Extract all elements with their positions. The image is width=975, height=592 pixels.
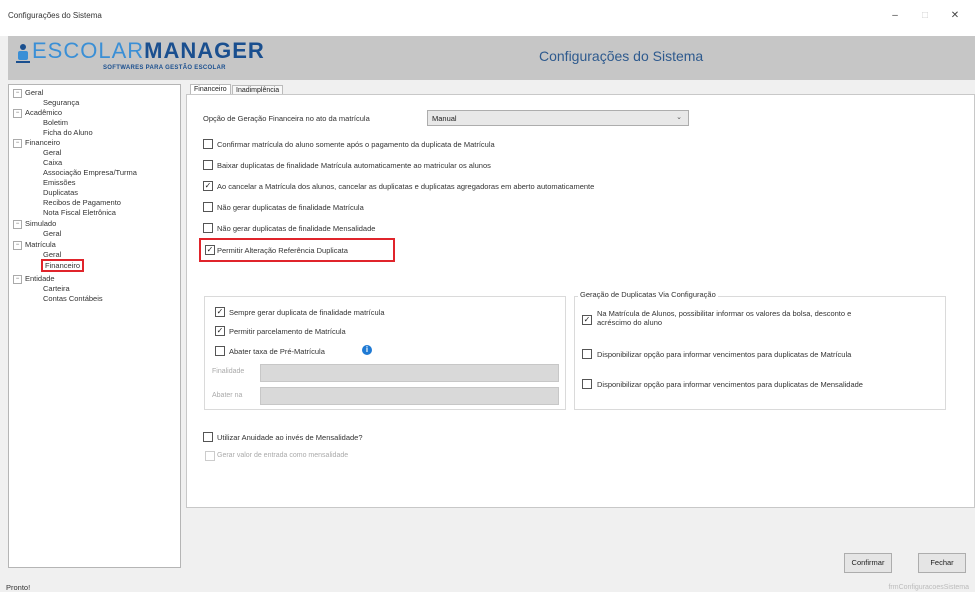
label-permitir-parcelamento: Permitir parcelamento de Matrícula [229,327,346,336]
tree-item-seguranca[interactable]: Segurança [43,98,79,107]
checkbox-sempre-gerar-duplicata[interactable]: ✓ [215,307,225,317]
tree-item-carteira[interactable]: Carteira [43,284,70,293]
tree-item-recibos-pagamento[interactable]: Recibos de Pagamento [43,198,121,207]
tree-item-duplicatas[interactable]: Duplicatas [43,188,78,197]
confirmar-button[interactable]: Confirmar [844,553,892,573]
checkbox-abater-taxa[interactable] [215,346,225,356]
geracao-duplicatas-title: Geração de Duplicatas Via Configuração [578,290,718,299]
fechar-button[interactable]: Fechar [918,553,966,573]
checkbox-cancelar-duplicatas[interactable]: ✓ [203,181,213,191]
label-gerar-entrada: Gerar valor de entrada como mensalidade [217,452,349,459]
tree-item-emissoes[interactable]: Emissões [43,178,76,187]
label-nao-gerar-mensalidade: Não gerar duplicatas de finalidade Mensa… [217,224,376,233]
tree-item-boletim[interactable]: Boletim [43,118,68,127]
tree-item-contas-contabeis[interactable]: Contas Contábeis [43,294,103,303]
label-abater-taxa: Abater taxa de Pré-Matrícula [229,347,325,356]
tree-item-label: Simulado [25,219,57,228]
tree-item-matricula[interactable]: − Matrícula [13,240,56,250]
checkbox-utilizar-anuidade[interactable] [203,432,213,442]
geracao-financeira-label: Opção de Geração Financeira no ato da ma… [203,114,370,123]
logo-subtitle: SOFTWARES PARA GESTÃO ESCOLAR [103,65,226,71]
tree-item-caixa[interactable]: Caixa [43,158,62,167]
label-baixar-duplicatas: Baixar duplicatas de finalidade Matrícul… [217,161,491,170]
label-vencimentos-matricula: Disponibilizar opção para informar venci… [597,350,852,359]
collapse-icon[interactable]: − [13,274,22,284]
logo-wordmark: ESCOLARMANAGER [32,38,265,64]
tree-item-matricula-financeiro[interactable]: Financeiro [41,259,85,272]
label-vencimentos-mensalidade: Disponibilizar opção para informar venci… [597,380,863,389]
checkbox-permitir-parcelamento[interactable]: ✓ [215,326,225,336]
geracao-financeira-select[interactable]: Manual ⌄ [427,110,689,126]
tree-item-entidade[interactable]: − Entidade [13,274,55,284]
window-title: Configurações do Sistema [8,11,102,20]
checkbox-baixar-duplicatas[interactable] [203,160,213,170]
checkbox-gerar-entrada [205,451,215,461]
chevron-down-icon: ⌄ [676,114,682,121]
tree-item-label: Geral [25,88,44,97]
checkbox-nao-gerar-matricula[interactable] [203,202,213,212]
checkbox-informar-bolsa[interactable]: ✓ [582,315,592,325]
collapse-icon[interactable]: − [13,108,22,118]
info-icon[interactable]: i [362,345,372,355]
page-title: Configurações do Sistema [539,48,704,64]
label-informar-bolsa-line1: Na Matrícula de Alunos, possibilitar inf… [597,309,852,318]
logo-part2: MANAGER [144,38,265,63]
tab-financeiro[interactable]: Financeiro [190,84,231,94]
status-text: Pronto! [6,583,31,592]
tree-item-nota-fiscal[interactable]: Nota Fiscal Eletrônica [43,208,116,217]
finalidade-label: Finalidade [212,368,245,375]
form-name: frmConfiguracoesSistema [888,584,969,591]
geracao-financeira-value: Manual [432,114,457,123]
tree-item-simulado-geral[interactable]: Geral [43,229,61,238]
label-confirmar-matricula: Confirmar matrícula do aluno somente apó… [217,140,495,149]
maximize-button[interactable]: □ [910,6,940,26]
app-header: ESCOLARMANAGER SOFTWARES PARA GESTÃO ESC… [8,36,975,80]
tree-item-geral[interactable]: − Geral [13,88,43,98]
tree-item-financeiro[interactable]: − Financeiro [13,138,60,148]
window-titlebar: Configurações do Sistema – □ ✕ [0,0,975,36]
label-permitir-alteracao-referencia: Permitir Alteração Referência Duplicata [217,246,348,255]
abater-na-label: Abater na [212,392,243,399]
checkbox-vencimentos-matricula[interactable] [582,349,592,359]
label-informar-bolsa-line2: acréscimo do aluno [597,318,663,327]
tree-item-academico[interactable]: − Acadêmico [13,108,62,118]
settings-tree[interactable]: − Geral Segurança − Acadêmico Boletim Fich… [8,84,181,568]
checkbox-confirmar-matricula[interactable] [203,139,213,149]
tree-item-label: Acadêmico [25,108,63,117]
label-utilizar-anuidade: Utilizar Anuidade ao invés de Mensalidad… [217,433,363,442]
tree-item-label: Entidade [25,274,55,283]
label-nao-gerar-matricula: Não gerar duplicatas de finalidade Matrí… [217,203,364,212]
checkbox-nao-gerar-mensalidade[interactable] [203,223,213,233]
tree-item-financeiro-geral[interactable]: Geral [43,148,61,157]
tree-item-associacao-empresa-turma[interactable]: Associação Empresa/Turma [43,168,137,177]
minimize-button[interactable]: – [880,6,910,26]
label-sempre-gerar-duplicata: Sempre gerar duplicata de finalidade mat… [229,308,385,317]
abater-na-field [260,387,559,405]
tree-item-simulado[interactable]: − Simulado [13,219,56,229]
collapse-icon[interactable]: − [13,88,22,98]
close-button[interactable]: ✕ [940,6,970,26]
logo-part1: ESCOLAR [32,38,145,63]
checkbox-vencimentos-mensalidade[interactable] [582,379,592,389]
tree-item-matricula-geral[interactable]: Geral [43,250,61,259]
checkbox-permitir-alteracao-referencia[interactable]: ✓ [205,245,215,255]
tree-item-label: Matrícula [25,240,56,249]
label-cancelar-duplicatas: Ao cancelar a Matrícula dos alunos, canc… [217,182,595,191]
collapse-icon[interactable]: − [13,138,22,148]
collapse-icon[interactable]: − [13,240,22,250]
logo-icon [16,44,30,63]
finalidade-field [260,364,559,382]
tree-item-ficha-aluno[interactable]: Ficha do Aluno [43,128,93,137]
collapse-icon[interactable]: − [13,219,22,229]
tree-item-label: Financeiro [25,138,61,147]
